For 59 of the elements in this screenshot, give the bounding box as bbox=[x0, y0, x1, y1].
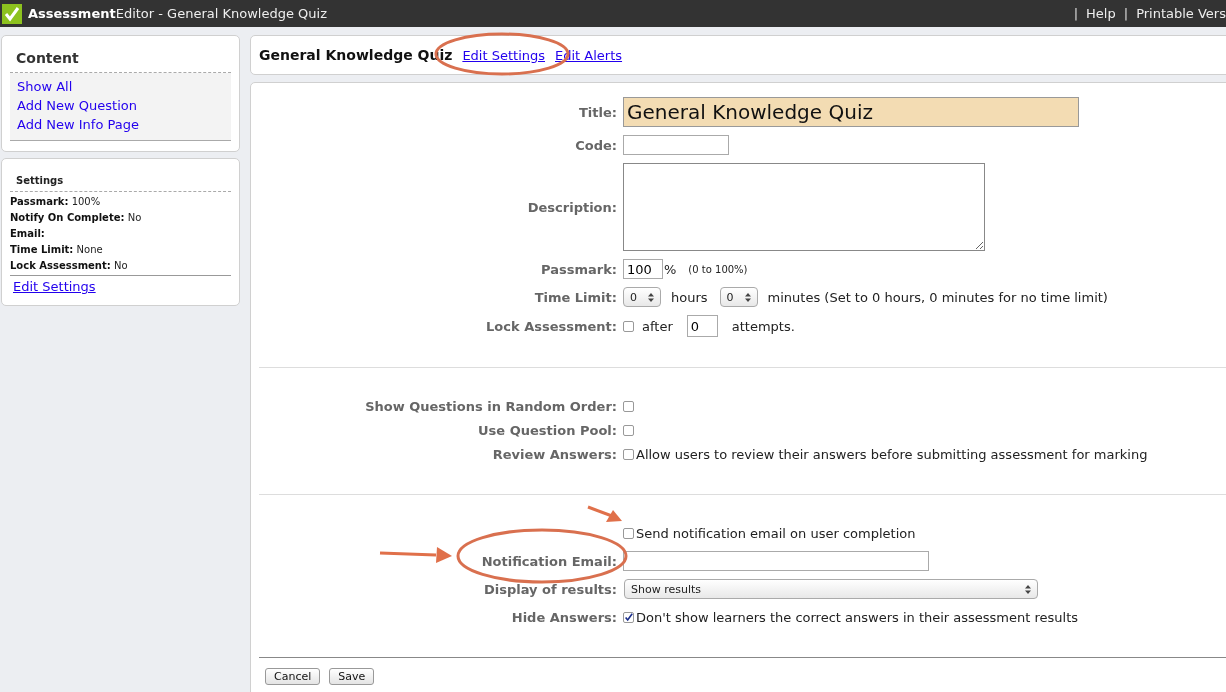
field-label: Title: bbox=[579, 104, 617, 120]
field-label: Hide Answers: bbox=[511, 609, 617, 625]
checkbox[interactable] bbox=[623, 424, 634, 436]
panel-title: Settings bbox=[10, 175, 231, 192]
field-label: Notification Email: bbox=[481, 553, 617, 569]
field-label: Description: bbox=[527, 199, 617, 215]
field-label: Lock Assessment: bbox=[486, 318, 617, 334]
field-label: Time Limit: bbox=[534, 289, 617, 305]
setting-summary: Lock Assessment: No bbox=[10, 259, 129, 272]
sidebar-link[interactable]: Show All bbox=[10, 77, 80, 96]
results-select[interactable]: Show results bbox=[624, 579, 1038, 599]
header-link[interactable]: Edit Settings bbox=[462, 47, 545, 63]
setting-summary: Email: bbox=[10, 227, 46, 240]
checkbox[interactable] bbox=[623, 320, 634, 332]
checkbox[interactable] bbox=[623, 611, 634, 623]
email-field[interactable] bbox=[623, 551, 929, 571]
form-button[interactable]: Cancel bbox=[265, 668, 321, 685]
minutes-label: minutes (Set to 0 hours, 0 minutes for no time limit) bbox=[767, 289, 1108, 305]
attempts-field[interactable]: 0 bbox=[686, 315, 718, 337]
stepper-icon bbox=[744, 292, 751, 302]
description-field[interactable] bbox=[623, 163, 985, 251]
checkbox[interactable] bbox=[623, 527, 634, 539]
checkbox[interactable] bbox=[623, 448, 634, 460]
setting-summary: Time Limit: None bbox=[10, 243, 104, 256]
attempts-label: attempts. bbox=[731, 318, 795, 334]
top-link[interactable]: Printable Vers bbox=[1136, 6, 1226, 21]
code-field[interactable] bbox=[623, 135, 729, 155]
form-button[interactable]: Save bbox=[329, 668, 375, 685]
app-title: AssessmentEditor - General Knowledge Quiz bbox=[28, 6, 327, 21]
edit-settings-link[interactable]: Edit Settings bbox=[13, 279, 96, 294]
passmark-hint: (0 to 100%) bbox=[688, 263, 748, 275]
passmark-field[interactable]: 100 bbox=[623, 259, 663, 279]
field-label: Display of results: bbox=[483, 581, 617, 597]
after-label: after bbox=[642, 318, 673, 334]
checkmark-logo-icon bbox=[2, 3, 22, 24]
title-field[interactable]: General Knowledge Quiz bbox=[623, 97, 1079, 127]
checkbox-label: Send notification email on user completion bbox=[636, 525, 916, 541]
field-label: Passmark: bbox=[541, 261, 617, 277]
checkbox-label: Allow users to review their answers before submitting assessment for marking bbox=[636, 446, 1148, 462]
checkbox[interactable] bbox=[623, 400, 634, 412]
sidebar-link[interactable]: Add New Info Page bbox=[10, 115, 146, 134]
hours-select[interactable]: 0 bbox=[623, 287, 661, 307]
stepper-icon bbox=[1025, 584, 1031, 594]
checkbox-label: Don't show learners the correct answers in their assessment results bbox=[636, 609, 1079, 625]
field-label: Use Question Pool: bbox=[478, 422, 617, 438]
percent-sign: % bbox=[664, 261, 677, 277]
setting-summary: Notify On Complete: No bbox=[10, 211, 143, 224]
minutes-select[interactable]: 0 bbox=[719, 287, 758, 307]
field-label: Show Questions in Random Order: bbox=[365, 398, 617, 414]
sidebar-link[interactable]: Add New Question bbox=[10, 96, 144, 115]
hours-label: hours bbox=[671, 289, 708, 305]
field-label: Code: bbox=[575, 137, 617, 153]
field-label: Review Answers: bbox=[492, 446, 617, 462]
setting-summary: Passmark: 100% bbox=[10, 195, 102, 208]
annotation-arrow bbox=[587, 505, 622, 522]
separator: | bbox=[1123, 6, 1129, 21]
top-link[interactable]: Help bbox=[1086, 6, 1116, 21]
separator: | bbox=[1073, 6, 1079, 21]
stepper-icon bbox=[648, 292, 654, 302]
